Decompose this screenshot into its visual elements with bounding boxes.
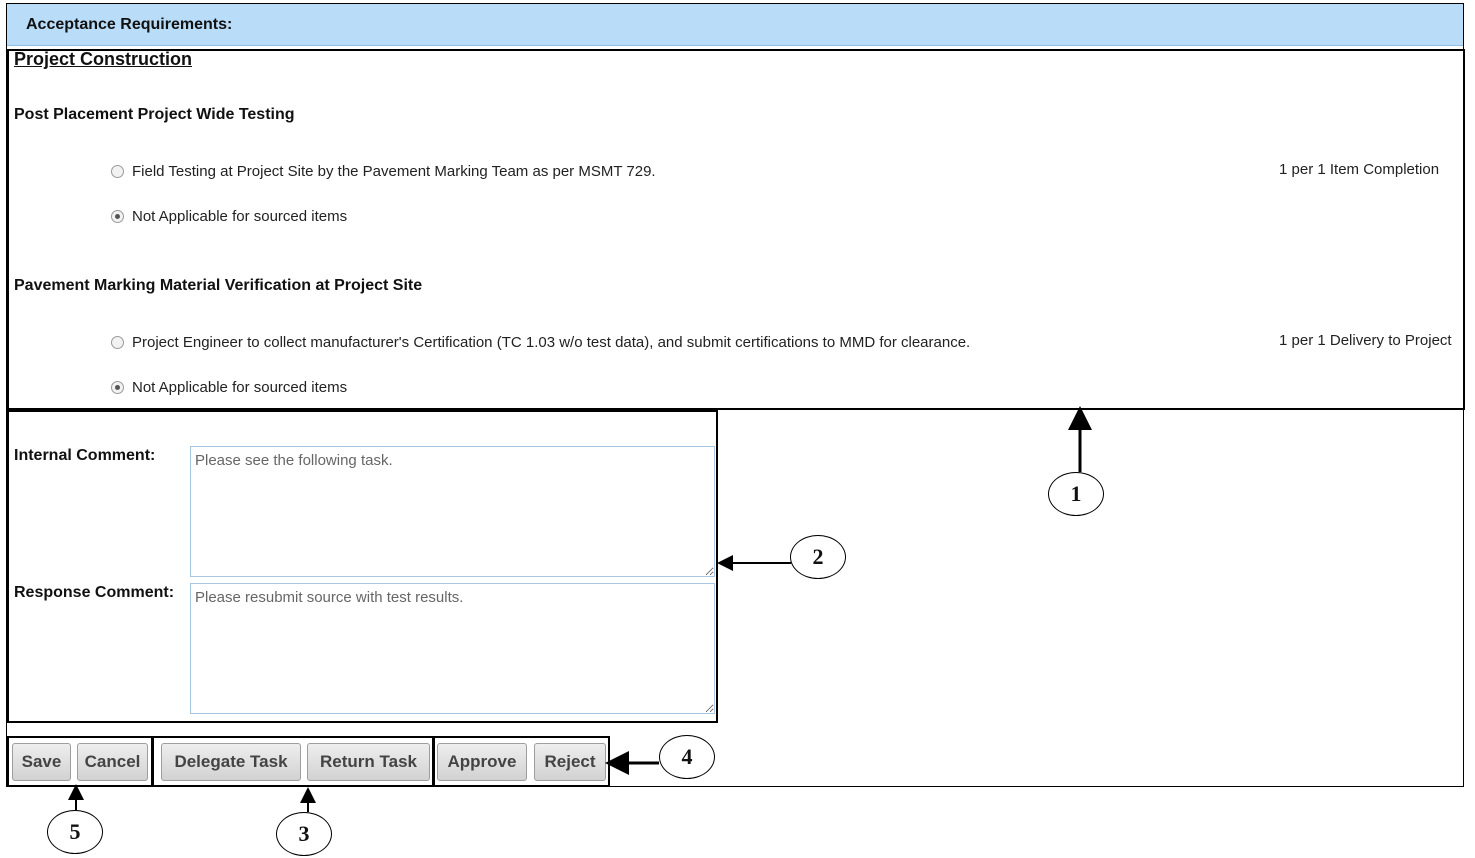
callout-2: 2 [790,535,846,579]
callout-1: 1 [1048,472,1104,516]
callout-5: 5 [47,810,103,854]
callout-4: 4 [659,735,715,779]
callout-arrows [68,406,1092,812]
callout-3: 3 [276,812,332,856]
